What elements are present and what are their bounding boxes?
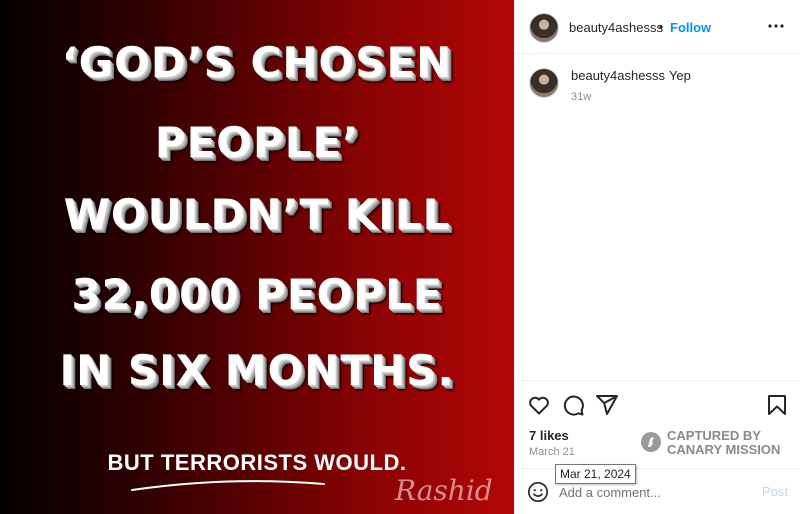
- comment-input[interactable]: [559, 481, 749, 503]
- tagline: BUT TERRORISTS WOULD.: [107, 450, 407, 475]
- canary-line-2: CANARY MISSION: [667, 442, 781, 457]
- headline-line-1: ‘GOD’S CHOSEN: [61, 38, 453, 87]
- comment-age: 31w: [571, 91, 592, 103]
- likes-count[interactable]: 7 likes: [529, 428, 569, 443]
- comment-avatar[interactable]: [529, 68, 559, 98]
- header-username[interactable]: beauty4ashesss: [569, 20, 663, 35]
- signature: Rashid: [395, 474, 493, 507]
- underline-swoosh: [131, 480, 325, 491]
- post-header: beauty4ashesss • Follow: [515, 0, 800, 54]
- canary-text: CAPTURED BY CANARY MISSION: [667, 429, 780, 457]
- post-button[interactable]: Post: [762, 484, 788, 499]
- headline-line-5: IN SIX MONTHS.: [59, 346, 455, 395]
- canary-logo-icon: [641, 432, 661, 452]
- headline-line-2: PEOPLE’: [154, 118, 360, 167]
- comment: beauty4ashesss Yep: [571, 68, 691, 83]
- heart-icon[interactable]: [527, 393, 551, 417]
- comment-icon[interactable]: [561, 393, 585, 417]
- follow-button[interactable]: Follow: [670, 20, 711, 35]
- emoji-icon[interactable]: [527, 481, 549, 503]
- avatar[interactable]: [529, 13, 559, 43]
- canary-line-1: CAPTURED BY: [667, 428, 761, 443]
- post-image[interactable]: ‘GOD’S CHOSEN PEOPLE’ WOULDN’T KILL 32,0…: [0, 0, 514, 514]
- date-tooltip: Mar 21, 2024: [555, 464, 636, 484]
- comment-body: Yep: [668, 68, 691, 83]
- comment-username[interactable]: beauty4ashesss: [571, 68, 665, 83]
- share-icon[interactable]: [595, 393, 619, 417]
- post-date[interactable]: March 21: [529, 446, 575, 458]
- more-horizontal-icon[interactable]: [767, 17, 785, 35]
- headline-line-3: WOULDN’T KILL: [63, 190, 451, 239]
- separator-dot: •: [659, 20, 664, 34]
- headline-line-4: 32,000 PEOPLE: [71, 270, 443, 319]
- action-bar: [515, 380, 800, 426]
- bookmark-icon[interactable]: [765, 393, 789, 417]
- post-side-panel: beauty4ashesss • Follow beauty4ashesss Ye…: [514, 0, 800, 514]
